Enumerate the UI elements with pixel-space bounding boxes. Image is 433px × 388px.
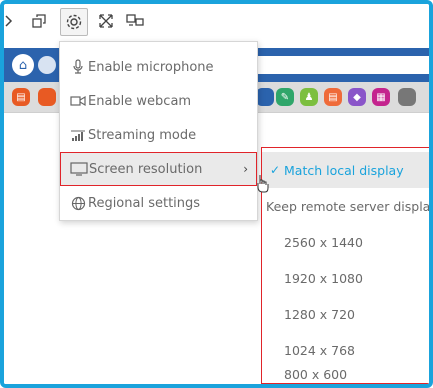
submenu-item-label: 2560 x 1440 xyxy=(284,234,363,250)
settings-menu: Enable microphone Enable webcam Streamin… xyxy=(59,41,258,221)
microphone-icon xyxy=(69,59,87,75)
menu-item-label: Regional settings xyxy=(88,195,201,211)
menu-item-regional-settings[interactable]: Regional settings xyxy=(60,186,257,220)
submenu-item-2560x1440[interactable]: 2560 x 1440 xyxy=(262,224,429,260)
submenu-item-keep-remote-server-display[interactable]: Keep remote server display xyxy=(262,188,433,224)
submenu-item-match-local-display[interactable]: ✓ Match local display xyxy=(262,152,429,188)
bookmark-icon: ▤ xyxy=(12,88,30,106)
webcam-icon xyxy=(69,95,87,107)
gear-icon xyxy=(66,14,82,30)
submenu-item-label: 800 x 600 xyxy=(284,366,348,382)
signal-icon xyxy=(69,128,87,142)
bookmark-icon: ♟ xyxy=(300,88,318,106)
toolbar xyxy=(4,4,429,40)
address-bar xyxy=(236,56,429,74)
back-icon xyxy=(38,56,56,74)
remote-display-icon[interactable] xyxy=(124,10,146,32)
menu-item-screen-resolution[interactable]: Screen resolution › xyxy=(60,152,257,186)
chevron-right-icon[interactable] xyxy=(4,10,20,32)
submenu-item-800x600[interactable]: 800 x 600 xyxy=(262,364,429,384)
menu-item-label: Enable webcam xyxy=(88,93,192,109)
bookmark-icon xyxy=(398,88,416,106)
menu-item-streaming-mode[interactable]: Streaming mode xyxy=(60,118,257,152)
chevron-right-icon: › xyxy=(243,162,248,176)
submenu-item-label: 1280 x 720 xyxy=(284,306,356,322)
monitor-icon xyxy=(70,162,88,176)
menu-item-enable-microphone[interactable]: Enable microphone xyxy=(60,50,257,84)
submenu-item-1280x720[interactable]: 1280 x 720 xyxy=(262,296,429,332)
bookmark-icon: ▦ xyxy=(372,88,390,106)
submenu-item-label: Match local display xyxy=(284,162,404,178)
bookmark-icon xyxy=(256,88,274,106)
home-icon: ⌂ xyxy=(12,54,34,76)
hand-cursor-icon xyxy=(257,175,269,193)
menu-item-label: Screen resolution xyxy=(89,161,203,177)
resolution-submenu: ✓ Match local display Keep remote server… xyxy=(261,147,433,384)
submenu-item-label: 1024 x 768 xyxy=(284,342,356,358)
submenu-item-1920x1080[interactable]: 1920 x 1080 xyxy=(262,260,429,296)
bookmark-icon xyxy=(38,88,56,106)
copy-icon[interactable] xyxy=(28,10,50,32)
submenu-item-label: Keep remote server display xyxy=(266,198,433,214)
bookmark-icon: ▤ xyxy=(324,88,342,106)
bookmark-icon: ✎ xyxy=(276,88,294,106)
fullscreen-icon[interactable] xyxy=(95,10,117,32)
app-window: ⌂ ▤ ✎ ♟ ▤ ◆ ▦ Enable microphone Enable w… xyxy=(0,0,433,388)
menu-item-label: Enable microphone xyxy=(88,59,214,75)
bookmark-icon: ◆ xyxy=(348,88,366,106)
menu-item-enable-webcam[interactable]: Enable webcam xyxy=(60,84,257,118)
settings-gear-button[interactable] xyxy=(60,8,88,36)
submenu-item-1024x768[interactable]: 1024 x 768 xyxy=(262,332,429,368)
submenu-item-label: 1920 x 1080 xyxy=(284,270,363,286)
globe-icon xyxy=(69,196,87,211)
menu-item-label: Streaming mode xyxy=(88,127,197,143)
